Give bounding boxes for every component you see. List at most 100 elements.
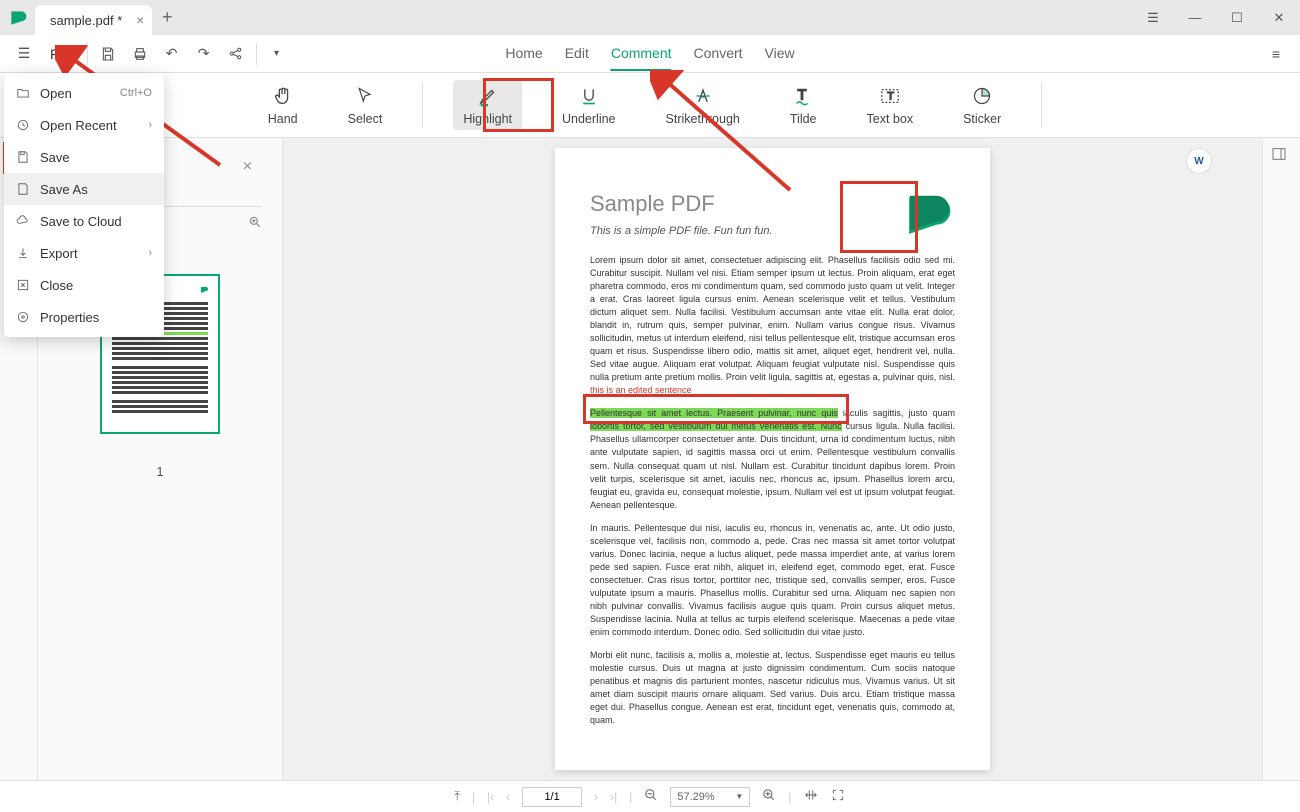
divider [256,43,257,65]
doc-para: In mauris. Pellentesque dui nisi, iaculi… [590,522,955,639]
tab-view[interactable]: View [765,37,795,71]
menu-label: Save to Cloud [40,214,122,229]
panel-toggle-icon[interactable] [1263,138,1300,175]
save-icon[interactable] [92,38,124,70]
tab-edit[interactable]: Edit [565,37,589,71]
menu-properties[interactable]: Properties [4,301,164,333]
pdf-page: Sample PDF This is a simple PDF file. Fu… [555,148,990,770]
first-page-icon[interactable]: |‹ [487,790,494,804]
app-logo [0,0,35,35]
menu-save-cloud[interactable]: Save to Cloud [4,205,164,237]
tool-textbox[interactable]: T Text box [857,80,924,130]
doc-para: Pellentesque sit amet lectus. Praesent p… [590,407,955,511]
fit-page-icon[interactable] [831,788,845,805]
hamburger-icon[interactable]: ☰ [1132,0,1174,35]
svg-text:T: T [887,91,894,103]
last-page-icon[interactable]: ›| [610,790,617,804]
folder-icon [16,86,30,100]
tab-home[interactable]: Home [505,37,542,71]
doc-para: Morbi elit nunc, facilisis a, mollis a, … [590,649,955,727]
chevron-right-icon: › [148,119,152,131]
close-window-button[interactable]: ✕ [1258,0,1300,35]
canvas[interactable]: W Sample PDF This is a simple PDF file. … [283,138,1262,780]
fit-width-icon[interactable] [803,788,819,805]
redo-icon[interactable]: ↷ [188,38,220,70]
file-menu: Open Ctrl+O Open Recent › Save Save As S… [4,73,164,337]
word-export-badge[interactable]: W [1186,148,1212,174]
page-input[interactable] [522,787,582,807]
cursor-icon [353,84,377,108]
menu-icon[interactable]: ☰ [8,38,40,70]
highlighted-text: lobortis tortor, sed vestibulum dui metu… [590,421,842,431]
collapse-ribbon-icon[interactable]: ≡ [1260,38,1292,70]
window-controls: ☰ — ☐ ✕ [1132,0,1300,35]
ribbon-label: Highlight [463,112,512,126]
workspace: × Sample PDF This is a simple PDF file. … [0,138,1300,780]
share-icon[interactable] [220,38,252,70]
tool-hand[interactable]: Hand [258,80,308,130]
ribbon-label: Sticker [963,112,1001,126]
toolbar: ☰ File ↶ ↷ ▾ Home Edit Comment Convert V… [0,35,1300,73]
ribbon-label: Select [348,112,383,126]
doc-title: Sample PDF [590,188,773,220]
document-tab[interactable]: sample.pdf * × [35,5,152,35]
minimize-button[interactable]: — [1174,0,1216,35]
tab-convert[interactable]: Convert [694,37,743,71]
menu-shortcut: Ctrl+O [120,87,152,99]
prev-page-icon[interactable]: ‹ [506,790,510,804]
tab-close-icon[interactable]: × [136,12,144,28]
zoom-out-icon[interactable] [644,788,658,805]
ribbon-label: Text box [867,112,914,126]
tool-highlight[interactable]: Highlight [453,80,522,130]
scroll-top-icon[interactable]: ⤒ [455,789,460,804]
close-icon [16,278,30,292]
maximize-button[interactable]: ☐ [1216,0,1258,35]
save-as-icon [16,182,30,196]
textbox-icon: T [878,84,902,108]
strikethrough-icon [691,84,715,108]
tool-strikethrough[interactable]: Strikethrough [656,80,750,130]
cloud-icon [16,214,30,228]
tilde-icon: T [791,84,815,108]
highlight-icon [476,84,500,108]
thumbs-close-icon[interactable]: × [243,158,252,176]
sticker-icon [970,84,994,108]
zoom-in-icon[interactable] [762,788,776,805]
menu-label: Open Recent [40,118,117,133]
print-icon[interactable] [124,38,156,70]
tool-sticker[interactable]: Sticker [953,80,1011,130]
undo-icon[interactable]: ↶ [156,38,188,70]
menu-label: Export [40,246,78,261]
chevron-right-icon: › [148,247,152,259]
tool-underline[interactable]: Underline [552,80,626,130]
tab-comment[interactable]: Comment [611,37,672,71]
menu-open-recent[interactable]: Open Recent › [4,109,164,141]
menu-save-as[interactable]: Save As [4,173,164,205]
zoom-select[interactable]: 57.29%▼ [670,787,750,807]
divider [87,43,88,65]
menu-label: Save [40,150,70,165]
menu-label: Open [40,86,72,101]
ribbon-label: Underline [562,112,616,126]
menu-export[interactable]: Export › [4,237,164,269]
menu-open[interactable]: Open Ctrl+O [4,77,164,109]
right-sidebar [1262,138,1300,780]
hand-icon [271,84,295,108]
statusbar: ⤒| |‹ ‹ › ›| | 57.29%▼ | [0,780,1300,812]
save-icon [16,150,30,164]
divider [1041,83,1042,128]
highlighted-text: Pellentesque sit amet lectus. Praesent p… [590,408,838,418]
menu-close[interactable]: Close [4,269,164,301]
doc-para: Lorem ipsum dolor sit amet, consectetuer… [590,254,955,398]
menu-save[interactable]: Save [4,141,164,173]
ribbon-label: Strikethrough [666,112,740,126]
new-tab-button[interactable]: + [152,7,182,28]
dropdown-icon[interactable]: ▾ [261,38,293,70]
file-button[interactable]: File [40,38,83,70]
doc-subtitle: This is a simple PDF file. Fun fun fun. [590,224,773,240]
tool-select[interactable]: Select [338,80,393,130]
thumb-page-number: 1 [156,464,163,479]
export-icon [16,246,30,260]
next-page-icon[interactable]: › [594,790,598,804]
tool-tilde[interactable]: T Tilde [780,80,827,130]
